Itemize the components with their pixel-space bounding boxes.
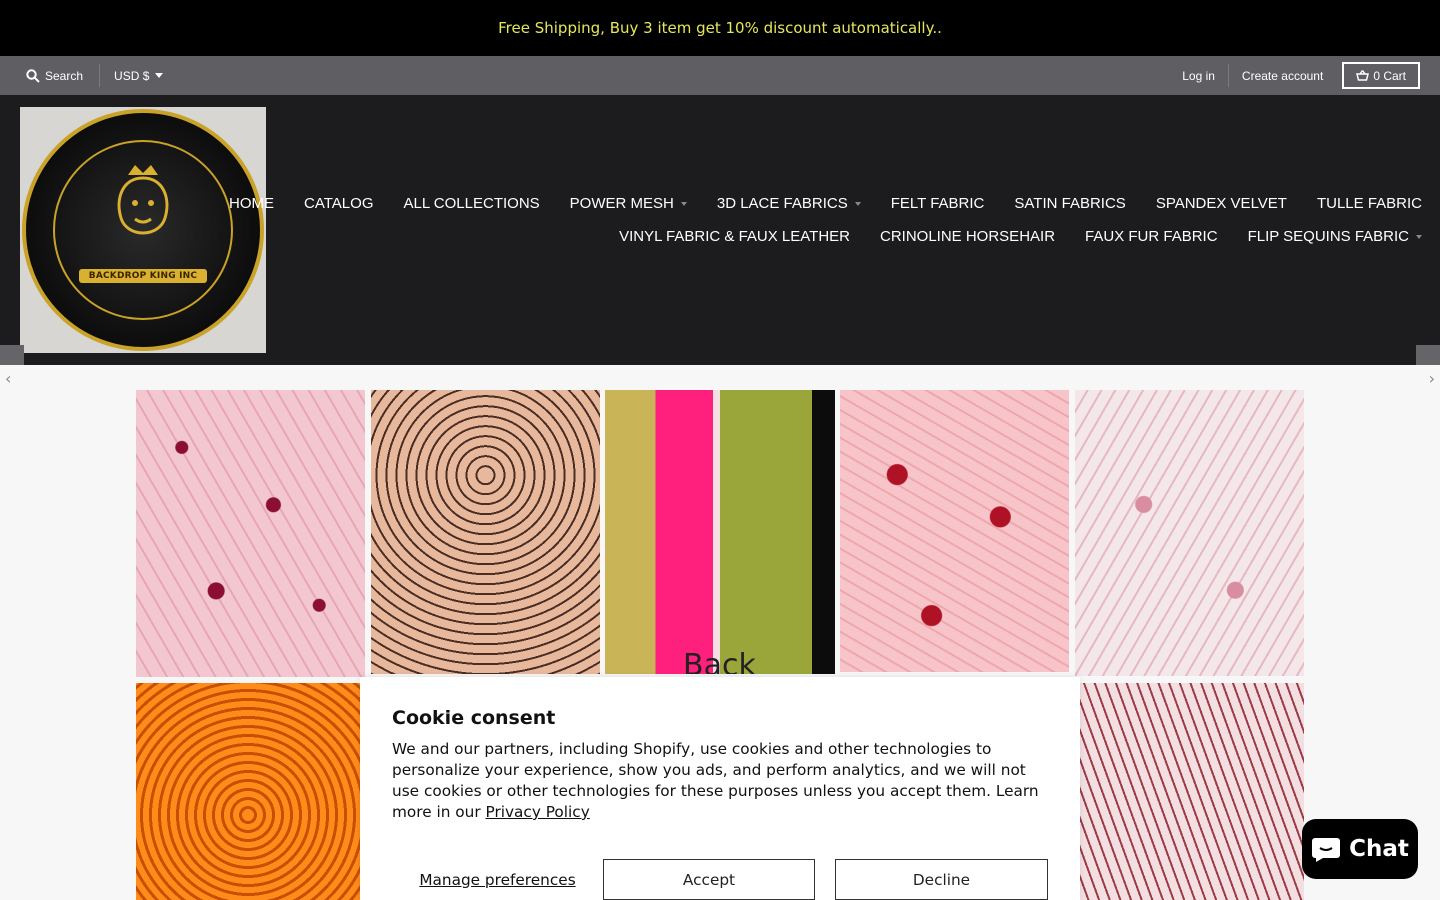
currency-selector[interactable]: USD $ bbox=[100, 68, 164, 83]
chevron-down-icon bbox=[854, 201, 861, 206]
cart-label: 0 Cart bbox=[1373, 68, 1406, 83]
product-image-sequin-lace[interactable] bbox=[371, 390, 600, 674]
nav-item-3d-lace-fabrics[interactable]: 3D LACE FABRICS bbox=[717, 195, 861, 212]
nav-item-vinyl-fabric-faux-leather[interactable]: VINYL FABRIC & FAUX LEATHER bbox=[619, 228, 850, 245]
chat-label: Chat bbox=[1349, 836, 1409, 862]
nav-item-label: 3D LACE FABRICS bbox=[716, 195, 848, 212]
nav-row-2: VINYL FABRIC & FAUX LEATHER CRINOLINE HOR… bbox=[282, 228, 1422, 245]
basket-icon bbox=[1356, 70, 1370, 81]
nav-item-tulle-fabric[interactable]: TULLE FABRIC bbox=[1317, 195, 1422, 212]
nav-item-label: SATIN FABRICS bbox=[1014, 195, 1126, 212]
nav-item-label: VINYL FABRIC & FAUX LEATHER bbox=[619, 228, 850, 245]
search-label: Search bbox=[45, 68, 84, 83]
product-image-burgundy-lace[interactable] bbox=[136, 390, 365, 677]
product-image-mauve-sequin[interactable] bbox=[1080, 683, 1304, 900]
product-image-orange-sequin[interactable] bbox=[136, 683, 360, 900]
chevron-down-icon bbox=[1416, 234, 1422, 239]
product-image-pink-lace[interactable] bbox=[1075, 390, 1304, 676]
chat-button[interactable]: Chat bbox=[1302, 819, 1418, 879]
utility-bar: Search USD $ Log in Create account 0 Car… bbox=[0, 56, 1440, 95]
nav-item-crinoline-horsehair[interactable]: CRINOLINE HORSEHAIR bbox=[880, 228, 1055, 245]
nav-item-label: ALL COLLECTIONS bbox=[403, 195, 540, 212]
logo-emblem: BACKDROP KING INC bbox=[22, 109, 264, 351]
nav-row-1: HOME CATALOG ALL COLLECTIONS POWER MESH 3D L… bbox=[229, 195, 1422, 212]
nav-item-all-collections[interactable]: ALL COLLECTIONS bbox=[404, 195, 540, 212]
privacy-policy-link[interactable]: Privacy Policy bbox=[486, 803, 590, 821]
announcement-text: Free Shipping, Buy 3 item get 10% discou… bbox=[498, 19, 942, 37]
nav-item-label: FLIP SEQUINS FABRIC bbox=[1247, 228, 1409, 245]
announcement-bar: Free Shipping, Buy 3 item get 10% discou… bbox=[0, 0, 1440, 56]
utility-right: Log in Create account 0 Cart bbox=[1169, 56, 1420, 95]
chevron-left-icon[interactable]: ‹ bbox=[5, 369, 11, 388]
slider-next-tab bbox=[1416, 345, 1440, 365]
nav-item-satin-fabrics[interactable]: SATIN FABRICS bbox=[1014, 195, 1125, 212]
lion-crown-icon bbox=[117, 165, 169, 235]
search-icon bbox=[26, 68, 40, 83]
product-image-vinyl-rolls[interactable]: Back bbox=[605, 390, 835, 674]
nav-item-label: HOME bbox=[229, 195, 275, 212]
store-logo[interactable]: BACKDROP KING INC bbox=[20, 107, 266, 353]
nav-item-label: TULLE FABRIC bbox=[1316, 195, 1422, 212]
logo-banner: BACKDROP KING INC bbox=[78, 269, 208, 283]
cookie-body: We and our partners, including Shopify, … bbox=[392, 739, 1048, 823]
cookie-actions: Manage preferences Accept Decline bbox=[392, 859, 1048, 900]
nav-item-label: POWER MESH bbox=[569, 195, 674, 212]
nav-item-home[interactable]: HOME bbox=[229, 195, 274, 212]
main-navigation: HOME CATALOG ALL COLLECTIONS POWER MESH 3D L… bbox=[229, 195, 1422, 245]
nav-item-label: FAUX FUR FABRIC bbox=[1085, 228, 1218, 245]
nav-item-power-mesh[interactable]: POWER MESH bbox=[570, 195, 687, 212]
nav-item-label: CRINOLINE HORSEHAIR bbox=[880, 228, 1056, 245]
nav-item-faux-fur-fabric[interactable]: FAUX FUR FABRIC bbox=[1085, 228, 1218, 245]
accept-button[interactable]: Accept bbox=[603, 859, 815, 900]
nav-item-label: SPANDEX VELVET bbox=[1155, 195, 1287, 212]
slider-prev-tab bbox=[0, 345, 24, 365]
nav-item-spandex-velvet[interactable]: SPANDEX VELVET bbox=[1156, 195, 1287, 212]
cart-button[interactable]: 0 Cart bbox=[1342, 62, 1420, 89]
currency-value: USD $ bbox=[114, 68, 150, 83]
decline-button[interactable]: Decline bbox=[835, 859, 1048, 900]
nav-item-flip-sequins-fabric[interactable]: FLIP SEQUINS FABRIC bbox=[1248, 228, 1422, 245]
product-image-red-lace[interactable] bbox=[840, 390, 1069, 672]
image-overlay-text: Back bbox=[683, 648, 756, 674]
login-link[interactable]: Log in bbox=[1169, 69, 1228, 83]
chevron-down-icon bbox=[155, 73, 164, 78]
chevron-right-icon[interactable]: › bbox=[1429, 369, 1435, 388]
nav-item-label: CATALOG bbox=[304, 195, 374, 212]
manage-preferences-link[interactable]: Manage preferences bbox=[392, 871, 603, 889]
search-button[interactable]: Search bbox=[26, 56, 99, 95]
utility-left: Search USD $ bbox=[26, 56, 164, 95]
cookie-consent-dialog: Cookie consent We and our partners, incl… bbox=[360, 677, 1080, 900]
chevron-down-icon bbox=[680, 201, 687, 206]
nav-item-catalog[interactable]: CATALOG bbox=[304, 195, 373, 212]
cookie-title: Cookie consent bbox=[392, 707, 556, 729]
chat-bubble-icon bbox=[1312, 837, 1341, 862]
create-account-link[interactable]: Create account bbox=[1229, 69, 1336, 83]
site-header: BACKDROP KING INC HOME CATALOG ALL COLLECT… bbox=[0, 95, 1440, 365]
nav-item-felt-fabric[interactable]: FELT FABRIC bbox=[891, 195, 985, 212]
nav-item-label: FELT FABRIC bbox=[890, 195, 985, 212]
